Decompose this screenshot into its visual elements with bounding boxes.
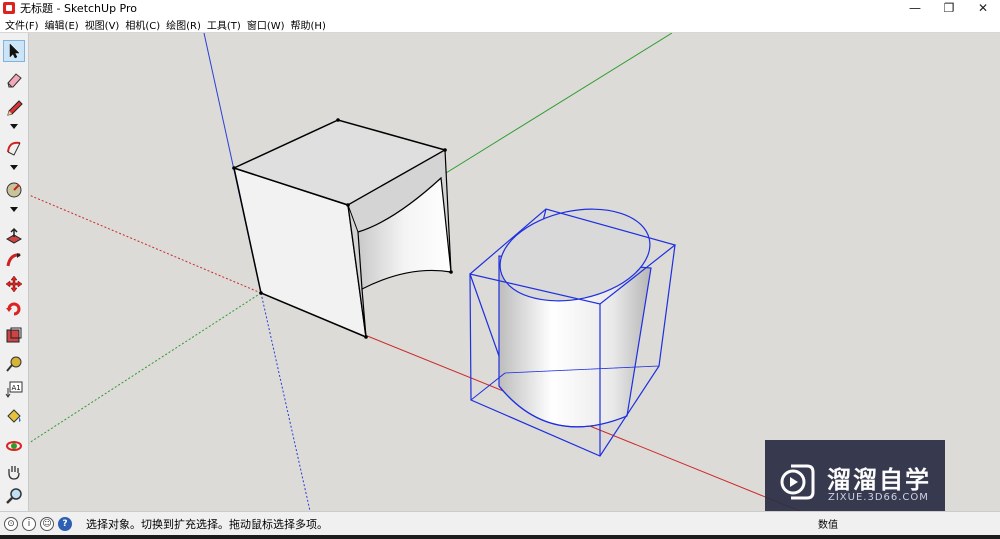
shape-dropdown-chevron-down-icon[interactable] [9, 205, 19, 213]
arch-box-model[interactable] [231, 118, 453, 339]
tape-measure-tool-button[interactable] [3, 353, 25, 375]
window-controls: — ❐ ✕ [898, 0, 1000, 16]
compass-icon [6, 182, 22, 198]
pencil-tool-button[interactable] [3, 97, 25, 119]
pencil-icon [7, 100, 23, 116]
geo-location-icon[interactable]: ⊙ [4, 517, 18, 531]
green-axis-line [445, 33, 673, 174]
scale-icon [6, 327, 22, 343]
pan-tool-button[interactable] [3, 461, 25, 483]
arch-box-vertex [364, 335, 368, 339]
zoom-tool-button[interactable] [3, 485, 25, 507]
menu-view[interactable]: 视图(V) [85, 17, 120, 32]
menu-camera[interactable]: 相机(C) [125, 17, 160, 32]
move-arrows-icon [5, 275, 23, 293]
menu-file[interactable]: 文件(F) [5, 17, 39, 32]
green-axis-hidden-line [29, 292, 262, 444]
menu-bar: 文件(F) 编辑(E) 视图(V) 相机(C) 绘图(R) 工具(T) 窗口(W… [0, 16, 1000, 33]
arch-box-vertex [346, 203, 350, 207]
magnifier-icon [6, 488, 22, 504]
status-bar: ⊙ i ☺ ? 选择对象。切换到扩充选择。拖动鼠标选择多项。 [0, 511, 1000, 536]
rotate-tool-button[interactable] [3, 298, 25, 320]
arc-icon [7, 141, 21, 156]
arch-box-vertex [232, 166, 236, 170]
rotate-icon [6, 302, 21, 316]
svg-text:A1: A1 [12, 384, 21, 392]
title-bar: 无标题 - SketchUp Pro — ❐ ✕ [0, 0, 1000, 16]
watermark-url: ZIXUE.3D66.COM [828, 492, 929, 503]
text-tool-button[interactable]: A1 [3, 378, 25, 400]
arch-box-vertex [259, 291, 263, 295]
menu-window[interactable]: 窗口(W) [247, 17, 285, 32]
menu-edit[interactable]: 编辑(E) [45, 17, 79, 32]
close-button[interactable]: ✕ [966, 0, 1000, 16]
text-a1-icon: A1 [5, 381, 23, 398]
blue-axis-hidden-line [260, 292, 311, 511]
hand-icon [8, 466, 20, 480]
follow-me-tool-button[interactable] [3, 249, 25, 271]
menu-tools[interactable]: 工具(T) [207, 17, 241, 32]
push-pull-tool-button[interactable] [3, 225, 25, 247]
arch-box-vertex [443, 148, 447, 152]
compass-tool-button[interactable] [3, 179, 25, 201]
arc-tool-button[interactable] [3, 137, 25, 159]
scale-tool-button[interactable] [3, 324, 25, 346]
measurements-label: 数值 [818, 520, 838, 531]
status-message: 选择对象。切换到扩充选择。拖动鼠标选择多项。 [86, 518, 328, 531]
sketchup-logo-icon [3, 2, 15, 14]
help-icon[interactable]: ? [58, 517, 72, 531]
paint-bucket-icon [7, 409, 21, 423]
menu-draw[interactable]: 绘图(R) [166, 17, 201, 32]
arrow-cursor-icon [9, 43, 20, 59]
push-pull-icon [5, 227, 23, 244]
arch-box-vertex [336, 118, 340, 122]
play-logo-icon [780, 464, 815, 500]
window-title: 无标题 - SketchUp Pro [20, 2, 138, 15]
pencil-dropdown-chevron-down-icon[interactable] [9, 122, 19, 130]
user-account-icon[interactable]: ☺ [40, 517, 54, 531]
restore-button[interactable]: ❐ [932, 0, 966, 16]
arc-dropdown-chevron-down-icon[interactable] [9, 163, 19, 171]
arch-box-vertex [449, 270, 453, 274]
red-axis-hidden-line [29, 194, 262, 294]
credits-info-icon[interactable]: i [22, 517, 36, 531]
selected-cylinder-model[interactable] [469, 196, 677, 457]
follow-me-icon [6, 253, 21, 267]
menu-help[interactable]: 帮助(H) [291, 17, 326, 32]
eraser-tool-button[interactable] [3, 69, 25, 91]
large-tool-set-toolbar: A1 [0, 33, 29, 511]
orbit-icon [6, 441, 22, 451]
orbit-tool-button[interactable] [3, 435, 25, 457]
eraser-icon [7, 73, 22, 88]
minimize-button[interactable]: — [898, 0, 932, 16]
paint-bucket-tool-button[interactable] [3, 405, 25, 427]
taskbar-edge [0, 535, 1000, 539]
move-tool-button[interactable] [3, 273, 25, 295]
watermark-title: 溜溜自学 [827, 466, 931, 494]
tape-measure-icon [6, 356, 22, 372]
select-tool-button[interactable] [3, 40, 25, 62]
